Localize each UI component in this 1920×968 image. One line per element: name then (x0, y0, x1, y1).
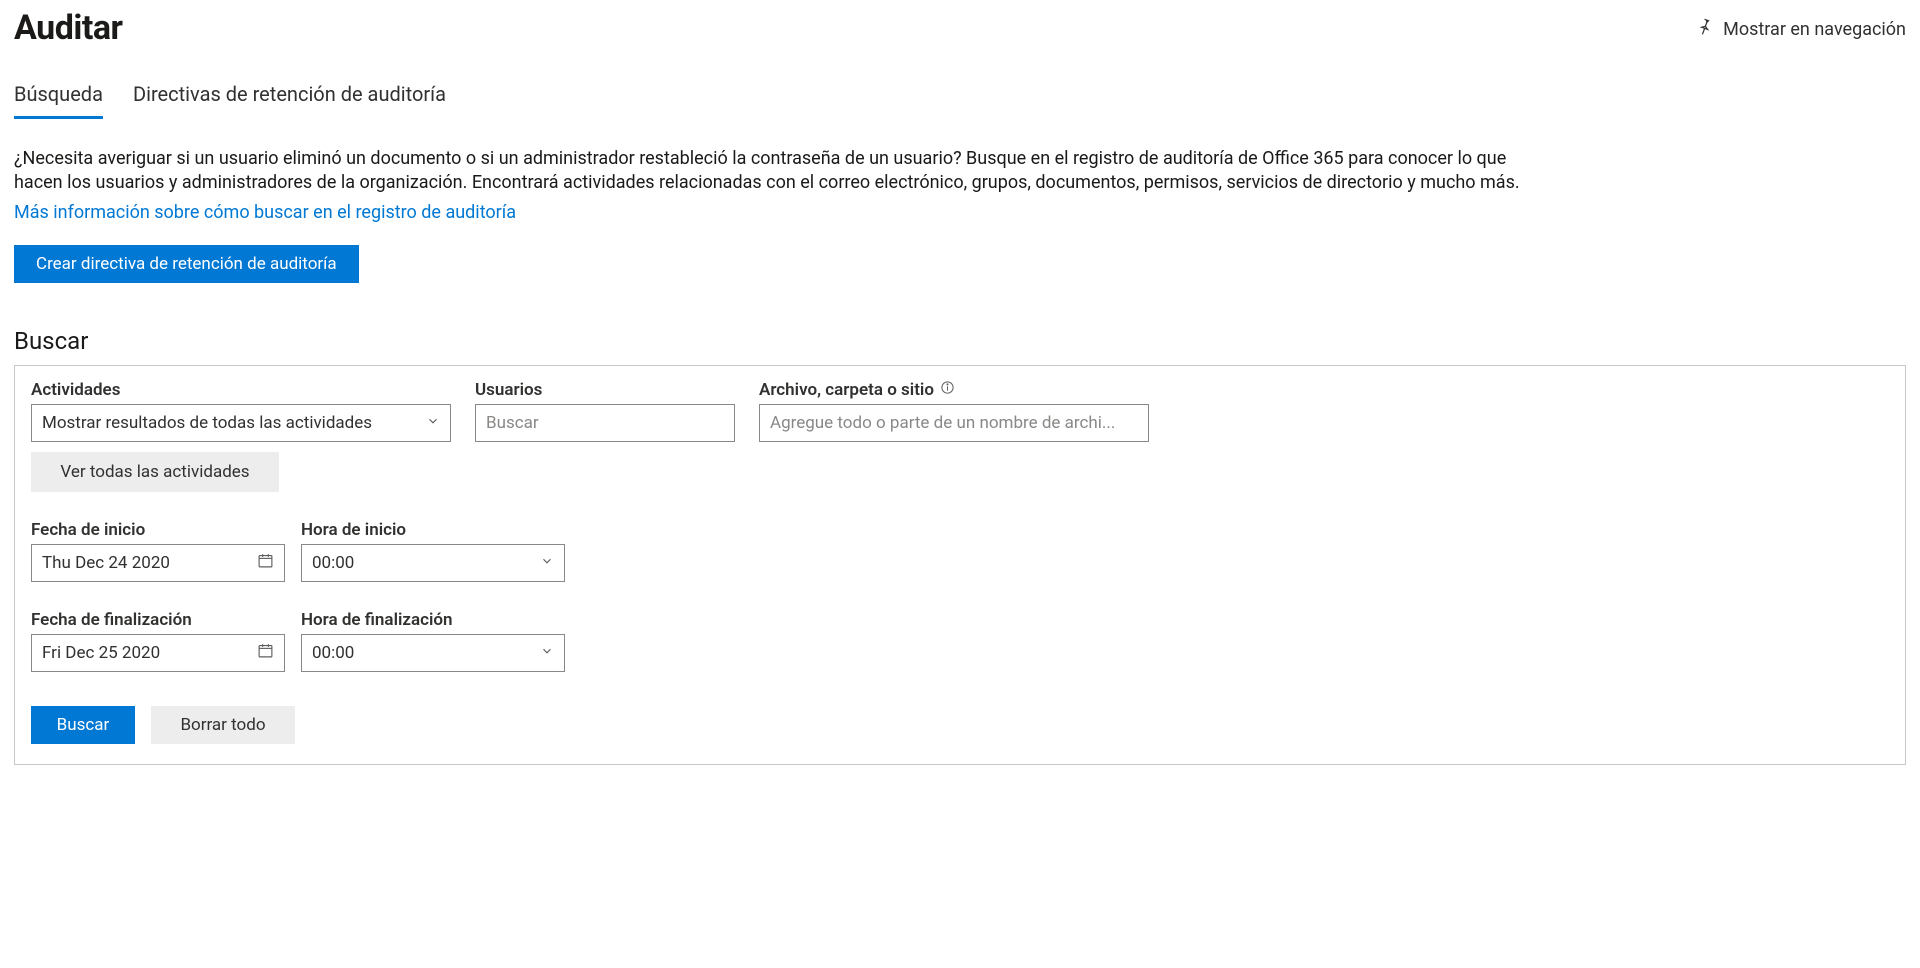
show-in-navigation-label: Mostrar en navegación (1723, 19, 1906, 40)
calendar-icon (257, 642, 274, 664)
clear-all-button[interactable]: Borrar todo (151, 706, 295, 744)
show-in-navigation-button[interactable]: Mostrar en navegación (1695, 8, 1906, 41)
create-retention-policy-button[interactable]: Crear directiva de retención de auditorí… (14, 245, 359, 283)
chevron-down-icon (426, 413, 440, 433)
start-time-value: 00:00 (312, 553, 354, 573)
info-icon[interactable] (940, 380, 955, 400)
tab-retention-policies[interactable]: Directivas de retención de auditoría (133, 76, 446, 119)
chevron-down-icon (540, 643, 554, 663)
search-button[interactable]: Buscar (31, 706, 135, 744)
search-heading: Buscar (14, 327, 1906, 355)
file-input[interactable]: Agregue todo o parte de un nombre de arc… (759, 404, 1149, 442)
end-time-value: 00:00 (312, 643, 354, 663)
calendar-icon (257, 552, 274, 574)
file-label-text: Archivo, carpeta o sitio (759, 380, 934, 400)
start-date-value: Thu Dec 24 2020 (42, 553, 170, 573)
learn-more-link[interactable]: Más información sobre cómo buscar en el … (14, 202, 516, 223)
search-form: Actividades Mostrar resultados de todas … (14, 365, 1906, 765)
start-date-input[interactable]: Thu Dec 24 2020 (31, 544, 285, 582)
activities-value: Mostrar resultados de todas las activida… (42, 413, 372, 433)
tab-search[interactable]: Búsqueda (14, 76, 103, 119)
tabs: Búsqueda Directivas de retención de audi… (14, 76, 1906, 119)
page-description: ¿Necesita averiguar si un usuario elimin… (14, 147, 1534, 196)
activities-label: Actividades (31, 380, 451, 400)
end-time-dropdown[interactable]: 00:00 (301, 634, 565, 672)
file-placeholder: Agregue todo o parte de un nombre de arc… (770, 413, 1115, 433)
users-input[interactable] (475, 404, 735, 442)
end-time-label: Hora de finalización (301, 610, 565, 630)
activities-dropdown[interactable]: Mostrar resultados de todas las activida… (31, 404, 451, 442)
start-date-label: Fecha de inicio (31, 520, 285, 540)
start-time-dropdown[interactable]: 00:00 (301, 544, 565, 582)
end-date-value: Fri Dec 25 2020 (42, 643, 160, 663)
pin-icon (1695, 18, 1713, 41)
end-date-label: Fecha de finalización (31, 610, 285, 630)
start-time-label: Hora de inicio (301, 520, 565, 540)
file-label: Archivo, carpeta o sitio (759, 380, 1149, 400)
chevron-down-icon (540, 553, 554, 573)
users-label: Usuarios (475, 380, 735, 400)
view-all-activities-button[interactable]: Ver todas las actividades (31, 452, 279, 492)
page-title: Auditar (14, 8, 123, 48)
end-date-input[interactable]: Fri Dec 25 2020 (31, 634, 285, 672)
